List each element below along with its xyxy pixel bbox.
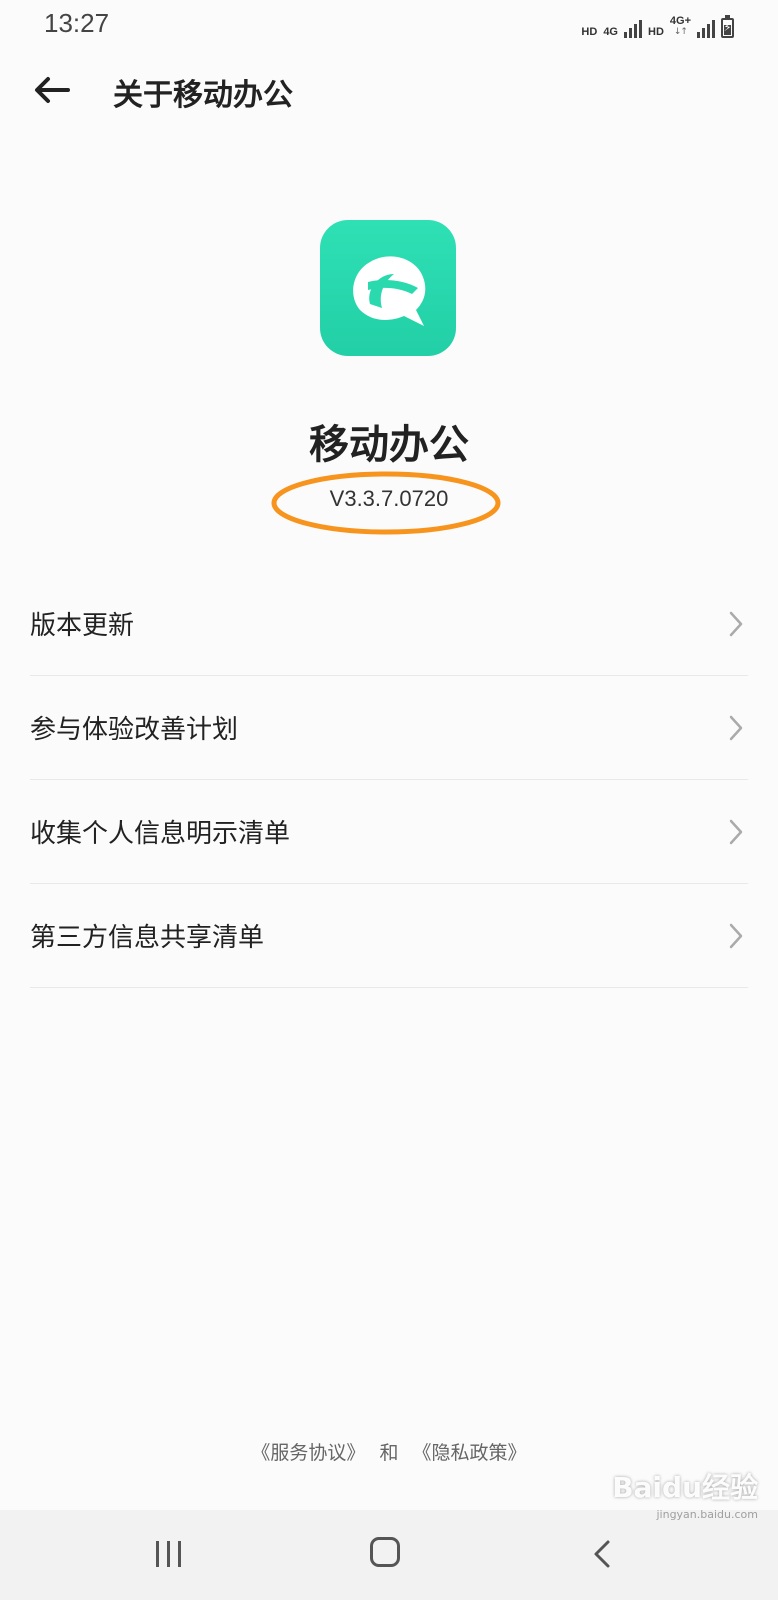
baidu-watermark: Baidu经验 jingyan.baidu.com bbox=[598, 1466, 758, 1546]
menu-item-third-party-sharing[interactable]: 第三方信息共享清单 bbox=[30, 884, 748, 988]
battery-icon: ⚡ bbox=[721, 15, 734, 38]
privacy-policy-link[interactable]: 《隐私政策》 bbox=[413, 1442, 527, 1464]
menu-list: 版本更新 参与体验改善计划 收集个人信息明示清单 第三方信息共享清单 bbox=[30, 572, 748, 988]
footer-links: 《服务协议》 和 《隐私政策》 bbox=[0, 1438, 778, 1465]
page-title: 关于移动办公 bbox=[113, 78, 293, 113]
app-header: 关于移动办公 bbox=[0, 60, 778, 120]
app-name: 移动办公 bbox=[309, 422, 469, 468]
arrow-left-icon bbox=[35, 77, 70, 103]
status-bar: 13:27 HD 4G HD 4G+ ↓↑ ⚡ bbox=[0, 0, 778, 50]
charging-icon: ⚡ bbox=[723, 21, 732, 34]
signal-icon-sim2 bbox=[697, 20, 715, 38]
app-version: V3.3.7.0720 bbox=[329, 486, 449, 511]
hd-indicator-sim2: HD bbox=[648, 26, 664, 38]
network-type-sim2: 4G+ ↓↑ bbox=[670, 16, 691, 38]
watermark-text: Baidu经验 bbox=[612, 1471, 758, 1504]
network-label-sim2: 4G+ bbox=[669, 15, 691, 27]
status-time: 13:27 bbox=[44, 8, 110, 38]
data-arrows-icon: ↓↑ bbox=[673, 27, 688, 37]
back-button[interactable] bbox=[28, 68, 76, 112]
chevron-right-icon bbox=[729, 611, 743, 636]
chevron-right-icon bbox=[729, 715, 743, 740]
menu-item-label: 收集个人信息明示清单 bbox=[30, 819, 291, 849]
chevron-right-icon bbox=[729, 819, 743, 844]
signal-icon-sim1 bbox=[624, 20, 642, 38]
menu-item-label: 第三方信息共享清单 bbox=[30, 923, 265, 953]
menu-item-label: 版本更新 bbox=[30, 611, 135, 641]
hd-indicator-sim1: HD bbox=[581, 26, 598, 38]
app-logo-glyph bbox=[353, 256, 426, 326]
menu-item-personal-info-list[interactable]: 收集个人信息明示清单 bbox=[30, 780, 748, 884]
menu-item-label: 参与体验改善计划 bbox=[30, 715, 239, 745]
chevron-right-icon bbox=[729, 923, 743, 948]
watermark-url: jingyan.baidu.com bbox=[656, 1508, 758, 1521]
app-logo-icon bbox=[320, 220, 456, 356]
menu-item-version-update[interactable]: 版本更新 bbox=[30, 572, 748, 676]
network-label-sim1: 4G bbox=[603, 26, 618, 38]
footer-and-text: 和 bbox=[379, 1442, 399, 1464]
home-button[interactable] bbox=[370, 1537, 400, 1567]
recent-apps-button[interactable] bbox=[150, 1536, 186, 1572]
menu-item-experience-program[interactable]: 参与体验改善计划 bbox=[30, 676, 748, 780]
service-agreement-link[interactable]: 《服务协议》 bbox=[251, 1442, 365, 1464]
status-icons: HD 4G HD 4G+ ↓↑ ⚡ bbox=[581, 10, 734, 38]
network-type-sim1: 4G bbox=[603, 27, 618, 38]
